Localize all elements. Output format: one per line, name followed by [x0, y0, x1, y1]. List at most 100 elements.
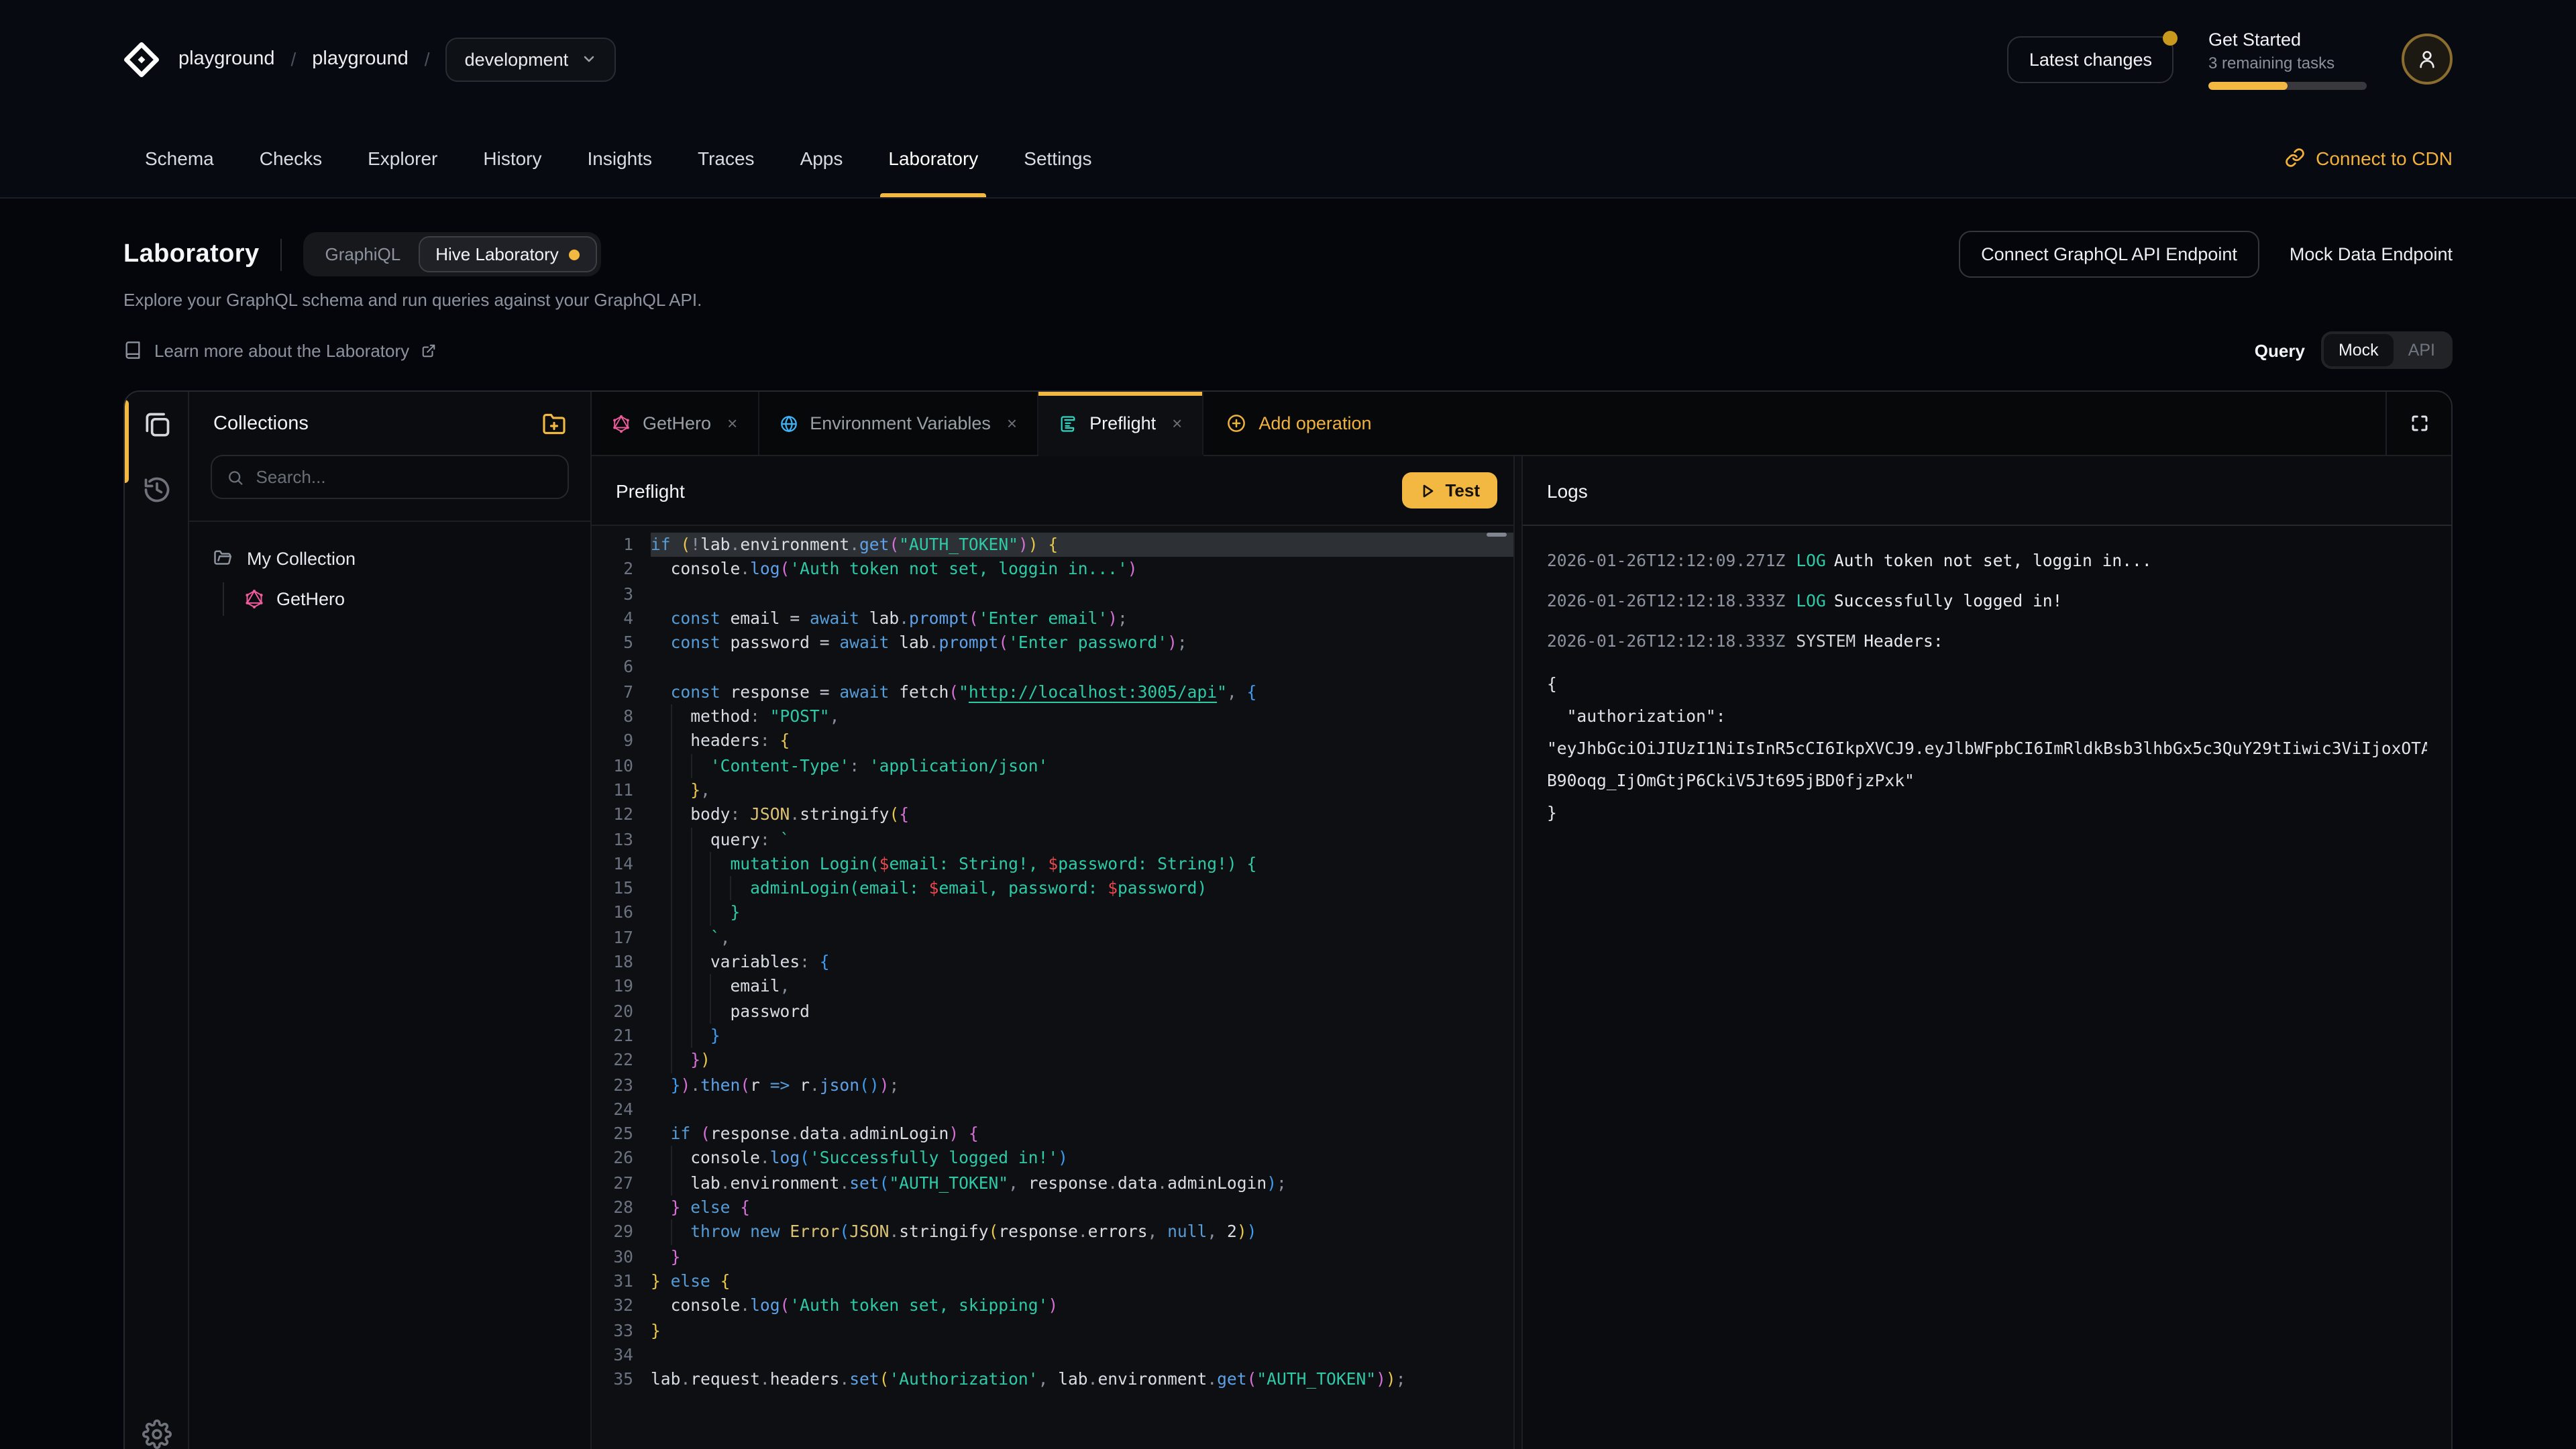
latest-changes-button[interactable]: Latest changes	[2008, 36, 2174, 83]
nav-tab-settings[interactable]: Settings	[1024, 118, 1091, 197]
fullscreen-button[interactable]	[2385, 392, 2451, 455]
history-rail-icon[interactable]	[142, 475, 171, 504]
log-json-line: }	[1547, 797, 2427, 829]
code-line: 16 }	[592, 901, 1513, 926]
code-line: 5 const password = await lab.prompt('Ent…	[592, 631, 1513, 655]
code-line: 8 method: "POST",	[592, 704, 1513, 729]
logs-output[interactable]: 2026-01-26T12:12:09.271ZLOGAuth token no…	[1523, 526, 2451, 1449]
code-line: 33}	[592, 1318, 1513, 1343]
code-line: 22 })	[592, 1048, 1513, 1073]
code-line: 21 }	[592, 1024, 1513, 1049]
nav-tab-checks[interactable]: Checks	[260, 118, 322, 197]
nav-tab-laboratory[interactable]: Laboratory	[888, 118, 978, 197]
search-input[interactable]	[256, 467, 553, 487]
code-editor[interactable]: 1if (!lab.environment.get("AUTH_TOKEN"))…	[592, 526, 1513, 1449]
toggle-graphiql[interactable]: GraphiQL	[308, 236, 419, 272]
mode-mock[interactable]: Mock	[2324, 334, 2394, 366]
new-collection-icon[interactable]	[542, 412, 566, 436]
code-line: 26 console.log('Successfully logged in!'…	[592, 1146, 1513, 1171]
connect-to-cdn-link[interactable]: Connect to CDN	[2285, 118, 2453, 197]
code-line: 32 console.log('Auth token set, skipping…	[592, 1293, 1513, 1318]
tab-preflight[interactable]: Preflight ×	[1038, 392, 1203, 455]
test-button[interactable]: Test	[1402, 472, 1497, 508]
settings-gear-icon[interactable]	[142, 1419, 171, 1449]
breadcrumb-org[interactable]: playground	[178, 48, 275, 70]
book-icon	[123, 341, 142, 360]
code-line: 24	[592, 1097, 1513, 1122]
operation-label: GetHero	[276, 589, 345, 609]
toggle-hive-laboratory[interactable]: Hive Laboratory	[418, 236, 598, 272]
preflight-title: Preflight	[616, 480, 685, 501]
hive-logo-icon[interactable]	[123, 41, 160, 77]
operation-tabbar: GetHero × Environment Variables × Prefli…	[592, 392, 2451, 456]
test-button-label: Test	[1445, 480, 1480, 500]
code-line: 6	[592, 655, 1513, 680]
active-rail-indicator	[125, 400, 129, 483]
endpoint-mode-control: Query Mock API	[2255, 331, 2453, 369]
breadcrumb-separator: /	[425, 48, 430, 70]
notification-dot	[2163, 30, 2178, 45]
code-line: 30 }	[592, 1244, 1513, 1269]
mock-data-endpoint-button[interactable]: Mock Data Endpoint	[2290, 244, 2453, 264]
collections-rail-icon[interactable]	[142, 411, 171, 440]
breadcrumb: playground / playground / development	[178, 37, 615, 81]
laboratory-panel: Collections My Collection	[123, 390, 2453, 1449]
nav-tab-explorer[interactable]: Explorer	[368, 118, 437, 197]
tab-label: GetHero	[643, 413, 711, 433]
mode-api[interactable]: API	[2394, 334, 2450, 366]
connect-graphql-endpoint-button[interactable]: Connect GraphQL API Endpoint	[1958, 231, 2260, 278]
close-tab-icon[interactable]: ×	[727, 413, 737, 433]
code-line: 34	[592, 1343, 1513, 1368]
log-json-line: {	[1547, 668, 2427, 700]
code-line: 12 body: JSON.stringify({	[592, 803, 1513, 828]
close-tab-icon[interactable]: ×	[1007, 413, 1017, 433]
code-line: 27 lab.environment.set("AUTH_TOKEN", res…	[592, 1171, 1513, 1195]
code-line: 31} else {	[592, 1269, 1513, 1294]
nav-tab-insights[interactable]: Insights	[588, 118, 653, 197]
nav-tab-history[interactable]: History	[483, 118, 541, 197]
learn-more-label: Learn more about the Laboratory	[154, 340, 409, 360]
app-window: playground / playground / development La…	[0, 0, 2576, 1449]
close-tab-icon[interactable]: ×	[1172, 413, 1182, 433]
tab-gethero[interactable]: GetHero ×	[592, 392, 759, 455]
add-operation-button[interactable]: Add operation	[1203, 392, 1394, 455]
page-title: Laboratory	[123, 239, 260, 269]
query-label: Query	[2255, 340, 2305, 360]
search-icon	[227, 468, 244, 486]
project-nav: Schema Checks Explorer History Insights Trace…	[0, 118, 2576, 199]
panel-divider[interactable]	[1513, 456, 1523, 1449]
toggle-hive-label: Hive Laboratory	[435, 244, 559, 264]
code-line: 18 variables: {	[592, 950, 1513, 975]
collection-folder[interactable]: My Collection	[213, 549, 566, 569]
fullscreen-icon	[2409, 413, 2429, 433]
get-started-title: Get Started	[2208, 29, 2367, 49]
tab-environment-variables[interactable]: Environment Variables ×	[759, 392, 1038, 455]
add-operation-label: Add operation	[1258, 413, 1371, 433]
log-entry: 2026-01-26T12:12:09.271ZLOGAuth token no…	[1547, 547, 2427, 574]
get-started-widget[interactable]: Get Started 3 remaining tasks	[2208, 29, 2367, 89]
collections-search	[189, 449, 590, 522]
nav-items: Schema Checks Explorer History Insights Trace…	[123, 118, 1091, 197]
code-line: 7 const response = await fetch("http://l…	[592, 680, 1513, 705]
brand: playground / playground / development	[123, 37, 615, 81]
code-line: 9 headers: {	[592, 729, 1513, 754]
get-started-progress-fill	[2208, 81, 2288, 89]
graphql-icon	[244, 589, 264, 609]
nav-tab-schema[interactable]: Schema	[145, 118, 214, 197]
learn-more-link[interactable]: Learn more about the Laboratory	[123, 340, 436, 360]
nav-tab-apps[interactable]: Apps	[800, 118, 843, 197]
nav-tab-traces[interactable]: Traces	[698, 118, 755, 197]
operation-gethero[interactable]: GetHero	[244, 582, 566, 616]
code-line: 15 adminLogin(email: $email, password: $…	[592, 876, 1513, 901]
code-line: 25 if (response.data.adminLogin) {	[592, 1122, 1513, 1146]
environment-selector[interactable]: development	[446, 37, 616, 81]
code-line: 13 query: `	[592, 827, 1513, 852]
graphql-icon	[612, 414, 631, 433]
folder-open-icon	[213, 549, 233, 569]
divider	[281, 238, 282, 270]
get-started-subtitle: 3 remaining tasks	[2208, 53, 2367, 72]
minimap-handle[interactable]	[1487, 533, 1507, 537]
user-avatar[interactable]	[2402, 34, 2453, 85]
breadcrumb-project[interactable]: playground	[312, 48, 409, 70]
latest-changes-label: Latest changes	[2029, 49, 2152, 69]
